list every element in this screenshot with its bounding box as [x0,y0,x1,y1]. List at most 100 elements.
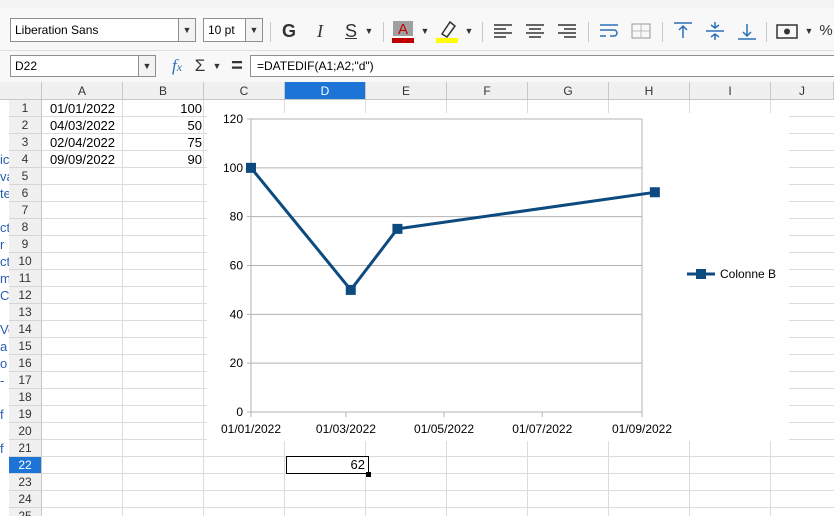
data-point-marker [345,284,356,295]
align-bottom-button[interactable] [734,16,760,46]
x-tick-label: 01/09/2022 [612,422,672,436]
chevron-down-icon[interactable]: ▼ [418,16,432,46]
row-header-15[interactable]: 15 [9,338,42,355]
left-fragment-text: f [0,407,4,422]
percent-format-button[interactable]: % [818,16,834,46]
left-fragment-text: a [0,339,8,354]
align-top-button[interactable] [670,16,696,46]
row-header-13[interactable]: 13 [9,304,42,321]
row-header-19[interactable]: 19 [9,406,42,423]
chevron-down-icon[interactable]: ▼ [210,53,224,79]
row-header-22[interactable]: 22 [9,457,42,474]
font-size-value: 10 pt [208,23,235,37]
row-header-12[interactable]: 12 [9,287,42,304]
column-header-I[interactable]: I [690,82,771,100]
row-header-20[interactable]: 20 [9,423,42,440]
row-header-16[interactable]: 16 [9,355,42,372]
row-header-17[interactable]: 17 [9,372,42,389]
row-header-10[interactable]: 10 [9,253,42,270]
cell-B3[interactable]: 75 [123,134,204,151]
cell-B2[interactable]: 50 [123,117,204,134]
chevron-down-icon[interactable]: ▼ [462,16,476,46]
svg-text:A: A [398,21,408,38]
select-all-corner[interactable] [0,82,42,100]
column-header-J[interactable]: J [771,82,834,100]
column-header-H[interactable]: H [609,82,690,100]
formula-bar: D22 ▼ fx Σ ▼ = =DATEDIF(A1;A2;"d") [0,50,834,83]
align-center-button[interactable] [522,16,548,46]
left-fragment-text: ic [0,152,9,167]
line-chart: 0 20 40 60 80 100 120 01/01/2022 01/03/2022 01/05… [221,112,776,436]
merge-cells-button[interactable] [628,16,654,46]
chevron-down-icon[interactable]: ▼ [245,19,262,41]
row-header-6[interactable]: 6 [9,185,42,202]
cell-A3[interactable]: 02/04/2022 [42,134,123,151]
chevron-down-icon[interactable]: ▼ [178,19,195,41]
align-right-button[interactable] [554,16,580,46]
chevron-down-icon[interactable]: ▼ [362,16,376,46]
name-box[interactable]: D22 ▼ [10,55,156,77]
row-header-4[interactable]: 4 [9,151,42,168]
wrap-text-icon [600,24,618,37]
row-header-2[interactable]: 2 [9,117,42,134]
left-fragment-text: C [0,288,9,303]
left-fragment-text: Vo [0,322,9,337]
series-line [249,166,656,292]
row-header-7[interactable]: 7 [9,202,42,219]
fill-handle[interactable] [366,472,371,477]
column-header-G[interactable]: G [528,82,609,100]
bold-button[interactable]: G [276,16,302,46]
number-format-currency-button[interactable] [774,16,800,46]
sum-icon[interactable]: Σ [190,53,210,79]
row-header-11[interactable]: 11 [9,270,42,287]
toolbar-separator [766,22,767,42]
row-header-9[interactable]: 9 [9,236,42,253]
function-wizard-icon[interactable]: fx [164,53,190,79]
chevron-down-icon[interactable]: ▼ [138,56,155,76]
center-vertically-button[interactable] [702,16,728,46]
x-tick-label: 01/05/2022 [414,422,474,436]
column-header-E[interactable]: E [366,82,447,100]
row-header-8[interactable]: 8 [9,219,42,236]
chevron-down-icon[interactable]: ▼ [802,16,816,46]
font-name-box[interactable]: Liberation Sans ▼ [10,18,196,42]
y-tick-label: 120 [223,113,243,126]
y-tick-label: 0 [236,405,243,419]
column-header-B[interactable]: B [123,82,204,100]
chart-object[interactable]: 0 20 40 60 80 100 120 01/01/2022 01/03/2022 01/05… [207,112,789,441]
underline-button[interactable]: S [338,16,364,46]
row-header-1[interactable]: 1 [9,100,42,117]
align-left-button[interactable] [490,16,516,46]
highlight-button[interactable] [434,16,460,46]
row-header-5[interactable]: 5 [9,168,42,185]
row-header-14[interactable]: 14 [9,321,42,338]
column-header-C[interactable]: C [204,82,285,100]
font-color-button[interactable]: A [390,16,416,46]
cell-A2[interactable]: 04/03/2022 [42,117,123,134]
left-fragment-text: ct [0,220,9,235]
cell-B1[interactable]: 100 [123,100,204,117]
cell-D22-selected[interactable]: 62 [286,456,369,474]
font-color-icon: A [392,21,414,43]
column-header-D[interactable]: D [285,82,366,100]
x-tick-label: 01/07/2022 [512,422,572,436]
grid-row-line [42,507,834,508]
row-header-24[interactable]: 24 [9,491,42,508]
left-fragment-text: r [0,237,5,252]
cell-A4[interactable]: 09/09/2022 [42,151,123,168]
cell-B4[interactable]: 90 [123,151,204,168]
row-header-23[interactable]: 23 [9,474,42,491]
row-header-25[interactable]: 25 [9,508,42,516]
grid-row-line [42,456,834,457]
column-header-A[interactable]: A [42,82,123,100]
font-size-box[interactable]: 10 pt ▼ [203,18,263,42]
column-header-F[interactable]: F [447,82,528,100]
row-header-3[interactable]: 3 [9,134,42,151]
formula-equals-icon[interactable]: = [226,53,248,79]
cell-A1[interactable]: 01/01/2022 [42,100,123,117]
italic-button[interactable]: I [307,16,333,46]
row-header-21[interactable]: 21 [9,440,42,457]
wrap-text-button[interactable] [596,16,622,46]
row-header-18[interactable]: 18 [9,389,42,406]
formula-input[interactable]: =DATEDIF(A1;A2;"d") [250,55,834,77]
